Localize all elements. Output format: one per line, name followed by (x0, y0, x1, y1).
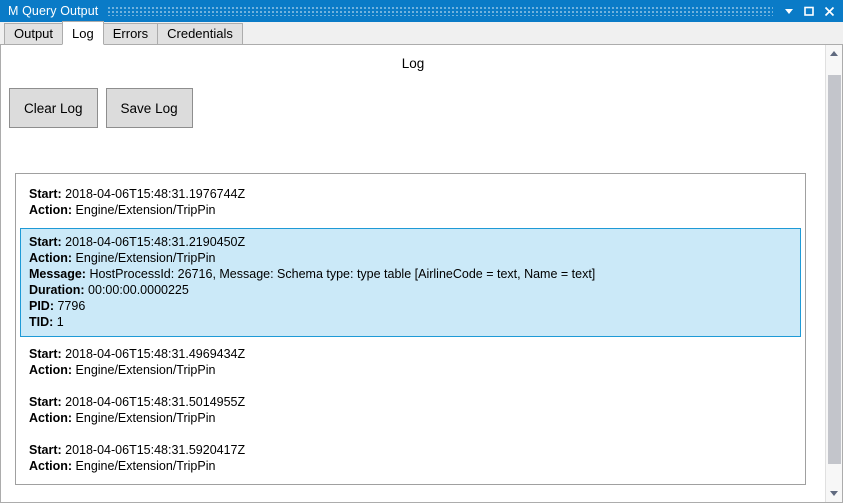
log-field-value: Engine/Extension/TripPin (72, 459, 216, 473)
vertical-scrollbar[interactable] (825, 45, 842, 502)
log-field-key: Start: (29, 395, 62, 409)
tab-log[interactable]: Log (62, 21, 104, 45)
maximize-button[interactable] (799, 1, 819, 21)
log-field: Duration: 00:00:00.0000225 (29, 282, 792, 298)
scrollbar-track[interactable] (825, 62, 842, 485)
log-entry[interactable]: Start: 2018-04-06T15:48:31.5014955Z Actio… (20, 388, 801, 433)
log-list[interactable]: Start: 2018-04-06T15:48:31.1976744Z Actio… (15, 173, 806, 485)
log-field-key: Duration: (29, 283, 85, 297)
log-field-value: HostProcessId: 26716, Message: Schema ty… (85, 267, 596, 281)
log-field-value: 2018-04-06T15:48:31.4969434Z (61, 347, 246, 361)
log-field: Start: 2018-04-06T15:48:31.4969434Z (29, 346, 792, 362)
tab-credentials[interactable]: Credentials (157, 23, 243, 44)
log-field-value: Engine/Extension/TripPin (72, 203, 216, 217)
log-field-key: PID: (29, 299, 54, 313)
log-field: TID: 1 (29, 314, 792, 330)
triangle-up-icon (830, 51, 838, 56)
title-bar: M Query Output (0, 0, 843, 22)
log-field-key: TID: (29, 315, 54, 329)
log-field-key: Start: (29, 347, 62, 361)
log-field-value: 7796 (54, 299, 86, 313)
log-field-value: 2018-04-06T15:48:31.5920417Z (61, 443, 246, 457)
log-field-key: Action: (29, 411, 73, 425)
window-title: M Query Output (8, 4, 99, 18)
triangle-down-icon (830, 491, 838, 496)
log-entry[interactable]: Start: 2018-04-06T15:48:31.5920417Z Actio… (20, 436, 801, 481)
log-field: Action: Engine/Extension/TripPin (29, 458, 792, 474)
log-field-key: Message: (29, 267, 86, 281)
log-field: PID: 7796 (29, 298, 792, 314)
title-bar-grip (108, 6, 773, 16)
log-field-key: Action: (29, 459, 73, 473)
window-controls (779, 0, 839, 22)
scroll-down-button[interactable] (825, 485, 842, 502)
tab-content-panel: Log Clear Log Save Log Start: 2018-04-06… (0, 45, 843, 503)
log-field-value: 2018-04-06T15:48:31.2190450Z (61, 235, 246, 249)
log-entry[interactable]: Start: 2018-04-06T15:48:31.2190450Z Actio… (20, 228, 801, 337)
log-field-key: Start: (29, 443, 62, 457)
log-field-value: Engine/Extension/TripPin (72, 251, 216, 265)
log-field: Start: 2018-04-06T15:48:31.2190450Z (29, 234, 792, 250)
tab-errors[interactable]: Errors (102, 23, 159, 44)
log-field: Start: 2018-04-06T15:48:31.5920417Z (29, 442, 792, 458)
clear-log-button[interactable]: Clear Log (9, 88, 98, 128)
log-field: Action: Engine/Extension/TripPin (29, 202, 792, 218)
tab-strip: Output Log Errors Credentials (0, 21, 843, 45)
log-field-key: Action: (29, 363, 73, 377)
tab-output[interactable]: Output (4, 23, 64, 44)
close-button[interactable] (819, 1, 839, 21)
scroll-up-button[interactable] (825, 45, 842, 62)
log-field: Action: Engine/Extension/TripPin (29, 250, 792, 266)
log-field: Action: Engine/Extension/TripPin (29, 362, 792, 378)
m-query-output-window: M Query Output Output Log Errors Credent… (0, 0, 843, 503)
log-entry[interactable]: Start: 2018-04-06T15:48:31.1976744Z Actio… (20, 180, 801, 225)
log-field: Start: 2018-04-06T15:48:31.1976744Z (29, 186, 792, 202)
square-icon (804, 6, 814, 16)
log-toolbar: Clear Log Save Log (9, 88, 825, 128)
log-entry[interactable]: Start: 2018-04-06T15:48:31.4969434Z Actio… (20, 340, 801, 385)
log-field: Action: Engine/Extension/TripPin (29, 410, 792, 426)
log-field-key: Action: (29, 251, 73, 265)
log-field: Message: HostProcessId: 26716, Message: … (29, 266, 792, 282)
log-field-value: Engine/Extension/TripPin (72, 363, 216, 377)
save-log-button[interactable]: Save Log (105, 88, 193, 128)
log-field-key: Start: (29, 235, 62, 249)
log-field-key: Start: (29, 187, 62, 201)
scrollbar-thumb[interactable] (827, 74, 841, 464)
minimize-button[interactable] (779, 1, 799, 21)
log-field-key: Action: (29, 203, 73, 217)
page-title: Log (401, 56, 425, 71)
chevron-down-icon (785, 9, 793, 14)
close-icon (824, 6, 834, 16)
log-field-value: 2018-04-06T15:48:31.1976744Z (61, 187, 246, 201)
log-field-value: 00:00:00.0000225 (84, 283, 189, 297)
log-entry[interactable]: Start: 2018-04-06T15:48:31.6089830ZActio… (20, 484, 801, 485)
log-tab-content: Log Clear Log Save Log Start: 2018-04-06… (1, 45, 825, 502)
log-field: Start: 2018-04-06T15:48:31.5014955Z (29, 394, 792, 410)
log-field-value: 2018-04-06T15:48:31.5014955Z (61, 395, 246, 409)
log-field-value: Engine/Extension/TripPin (72, 411, 216, 425)
log-field-value: 1 (53, 315, 64, 329)
